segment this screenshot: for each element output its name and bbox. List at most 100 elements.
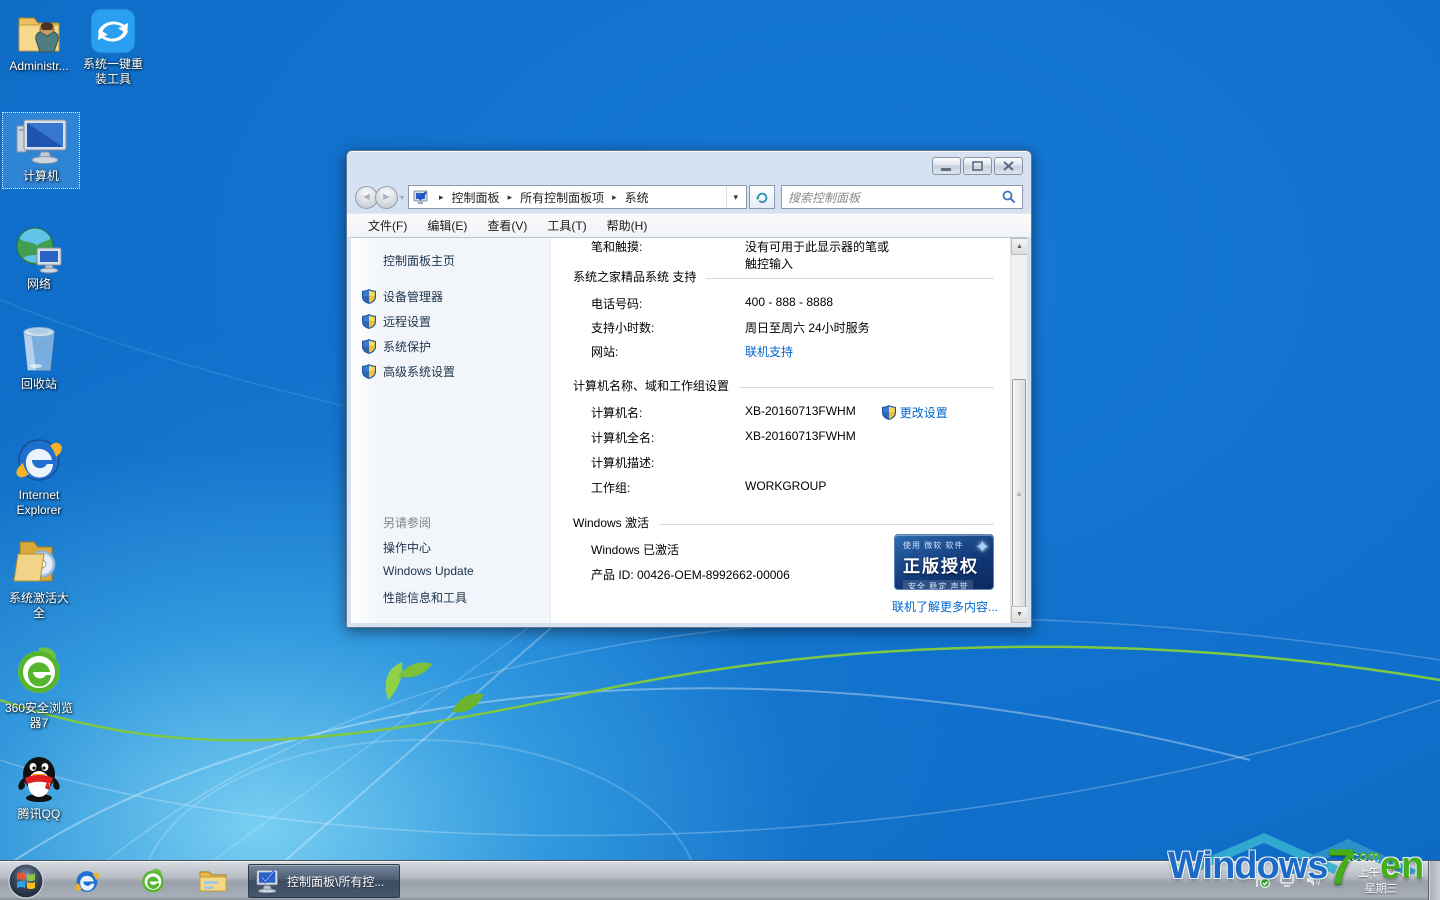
icon-label: 系统一键重装工具 (74, 57, 152, 87)
uac-shield-icon (362, 289, 376, 304)
desktop-icon-reinstall-tool[interactable]: 系统一键重装工具 (74, 8, 152, 87)
close-icon (1003, 161, 1014, 171)
breadcrumb-all-items[interactable]: 所有控制面板项 (518, 189, 606, 206)
activation-status-row: Windows 已激活 (591, 541, 890, 558)
section-rule (739, 387, 994, 388)
breadcrumb-arrow-icon: ▸ (612, 192, 617, 203)
change-settings-link[interactable]: 更改设置 (900, 404, 948, 421)
icon-label: 计算机 (3, 169, 79, 184)
window-body: 控制面板主页 设备管理器 远程设置 系统保护 高级系统设置 另请参阅 (351, 237, 1027, 623)
support-section-header: 系统之家精品系统 支持 (573, 268, 994, 285)
taskbar: 控制面板\所有控... 上午 10:4 星期三 (0, 860, 1440, 900)
search-icon[interactable] (1002, 190, 1016, 204)
windows-start-orb-icon (8, 863, 44, 899)
maximize-button[interactable] (963, 157, 992, 175)
qq-penguin-icon (14, 752, 64, 804)
reinstall-tool-icon (90, 8, 136, 54)
sidebar-item-control-panel-home[interactable]: 控制面板主页 (383, 252, 455, 269)
uac-shield-icon (362, 364, 376, 379)
ie-icon (12, 433, 66, 485)
refresh-button[interactable] (749, 185, 775, 209)
taskbar-ie-icon[interactable] (72, 866, 102, 896)
minimize-icon (941, 162, 952, 171)
network-icon (13, 224, 65, 274)
row-label: 网站: (591, 343, 745, 360)
taskbar-clock[interactable]: 上午 10:4 星期三 (1338, 865, 1424, 897)
section-rule (706, 278, 994, 279)
badge-line3: 安全 稳定 声誉 (903, 580, 973, 590)
desktop-icon-360-browser[interactable]: 360安全浏览器7 (0, 644, 78, 731)
desktop-icon-tencent-qq[interactable]: 腾讯QQ (0, 752, 78, 822)
icon-label: 网络 (0, 277, 78, 292)
network-tray-icon[interactable] (1280, 873, 1296, 887)
taskbar-active-window-button[interactable]: 控制面板\所有控... (248, 864, 400, 898)
desktop-icon-activation-pack[interactable]: 系统激活大全 (0, 536, 78, 621)
back-icon: ◄ (361, 191, 372, 203)
sidebar-item-windows-update[interactable]: Windows Update (383, 564, 474, 578)
desktop-icon-administrator[interactable]: Administr... (0, 8, 78, 74)
vertical-scrollbar[interactable]: ▲ ≡ ▼ (1010, 238, 1027, 623)
sidebar-item-device-manager[interactable]: 设备管理器 (362, 288, 443, 305)
row-value: WORKGROUP (745, 479, 826, 496)
genuine-microsoft-badge: 使用 微软 软件 正版授权 安全 稳定 声誉 ✦ (894, 534, 994, 590)
system-page-icon (413, 190, 429, 205)
recent-pages-dropdown[interactable]: ▾ (400, 193, 404, 202)
close-button[interactable] (994, 157, 1023, 175)
change-settings[interactable]: 更改设置 (882, 404, 948, 421)
desktop-icon-network[interactable]: 网络 (0, 224, 78, 292)
full-computer-name-row: 计算机全名: XB-20160713FWHM (591, 429, 890, 446)
row-label: 支持小时数: (591, 319, 745, 336)
scroll-up-button[interactable]: ▲ (1011, 238, 1027, 255)
breadcrumb-system[interactable]: 系统 (623, 189, 651, 206)
clock-date: 星期三 (1338, 881, 1424, 897)
sidebar-item-action-center[interactable]: 操作中心 (383, 539, 431, 556)
sidebar-item-performance-tools[interactable]: 性能信息和工具 (383, 589, 467, 606)
volume-tray-icon[interactable] (1306, 873, 1320, 887)
product-id: 产品 ID: 00426-OEM-8992662-00006 (591, 566, 790, 583)
sidebar-item-advanced-system-settings[interactable]: 高级系统设置 (362, 363, 455, 380)
address-dropdown-button[interactable]: ▾ (726, 186, 744, 208)
icon-label: Administr... (0, 59, 78, 74)
breadcrumb-control-panel[interactable]: 控制面板 (450, 189, 502, 206)
ie-icon (73, 867, 101, 895)
online-support-link[interactable]: 联机支持 (745, 343, 793, 360)
row-label: 工作组: (591, 479, 745, 496)
activation-section-header: Windows 激活 (573, 514, 994, 531)
icon-label: 腾讯QQ (0, 807, 78, 822)
icon-label: 系统激活大全 (0, 591, 78, 621)
menu-file[interactable]: 文件(F) (359, 214, 416, 237)
dropdown-icon: ▾ (733, 192, 738, 203)
sidebar-task-label: 系统保护 (383, 338, 431, 355)
menu-view[interactable]: 查看(V) (478, 214, 536, 237)
learn-more-online-link[interactable]: 联机了解更多内容... (892, 598, 998, 615)
search-box[interactable]: 搜索控制面板 (781, 185, 1023, 209)
computer-description-row: 计算机描述: (591, 454, 890, 471)
sidebar: 控制面板主页 设备管理器 远程设置 系统保护 高级系统设置 另请参阅 (351, 238, 551, 623)
scroll-down-button[interactable]: ▼ (1011, 606, 1027, 623)
clock-time: 上午 10:4 (1338, 865, 1424, 881)
start-button[interactable] (8, 863, 44, 899)
system-tray (1255, 872, 1320, 888)
menu-help[interactable]: 帮助(H) (598, 214, 657, 237)
menu-tools[interactable]: 工具(T) (538, 214, 595, 237)
minimize-button[interactable] (932, 157, 961, 175)
sidebar-item-remote-settings[interactable]: 远程设置 (362, 313, 431, 330)
thumb-grip-icon: ≡ (1017, 493, 1022, 496)
menu-edit[interactable]: 编辑(E) (418, 214, 476, 237)
phone-row: 电话号码: 400 - 888 - 8888 (591, 295, 890, 312)
taskbar-explorer-icon[interactable] (198, 866, 228, 896)
sidebar-item-system-protection[interactable]: 系统保护 (362, 338, 431, 355)
forward-button[interactable]: ► (375, 186, 398, 209)
see-also-header: 另请参阅 (383, 514, 431, 531)
taskbar-360-browser-icon[interactable] (138, 866, 168, 896)
window-titlebar[interactable] (347, 151, 1031, 181)
sidebar-task-label: 远程设置 (383, 313, 431, 330)
action-center-flag-icon[interactable] (1255, 872, 1270, 888)
desktop-icon-recycle-bin[interactable]: 回收站 (0, 322, 78, 392)
desktop-icon-computer[interactable]: 计算机 (2, 112, 80, 189)
address-bar[interactable]: ▸ 控制面板 ▸ 所有控制面板项 ▸ 系统 ▾ (408, 185, 747, 209)
scrollbar-thumb[interactable]: ≡ (1012, 379, 1026, 609)
user-folder-icon (14, 8, 64, 56)
desktop-icon-internet-explorer[interactable]: InternetExplorer (0, 433, 78, 518)
show-desktop-button[interactable] (1428, 861, 1440, 900)
